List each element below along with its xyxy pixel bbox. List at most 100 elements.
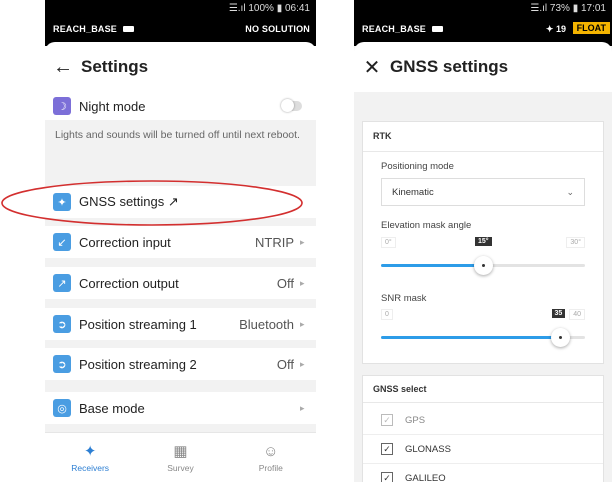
chevron-right-icon: ▸ <box>300 402 305 413</box>
slider-thumb[interactable] <box>550 328 570 347</box>
row-divider <box>363 463 603 464</box>
position-streaming-icon: ➲ <box>53 315 71 333</box>
settings-item-position-streaming-2[interactable]: ➲ Position streaming 2 Off ▸ <box>45 348 316 380</box>
settings-item-base-mode[interactable]: ◎ Base mode ▸ <box>45 392 316 424</box>
slider-fill <box>381 264 483 267</box>
night-mode-row[interactable]: ☽ Night mode <box>45 92 316 120</box>
chevron-right-icon: ▸ <box>300 236 305 247</box>
settings-item-label: Position streaming 1 <box>79 316 197 332</box>
settings-item-value: Bluetooth <box>239 316 294 332</box>
satellite-icon: ✦ <box>53 193 71 211</box>
chevron-right-icon: ▸ <box>300 277 305 288</box>
satellite-icon: ✦ <box>83 442 97 460</box>
settings-item-position-streaming-1[interactable]: ➲ Position streaming 1 Bluetooth ▸ <box>45 308 316 340</box>
positioning-mode-select[interactable]: Kinematic ⌄ <box>381 178 585 206</box>
status-bar: ☰.ıl 73% ▮ 17:01 REACH_BASE ✦ 19 FLOAT <box>354 0 612 46</box>
gnss-system-label: GLONASS <box>405 443 451 455</box>
slider-max-label: 30° <box>566 237 585 248</box>
satellite-count-value: 19 <box>555 24 566 34</box>
receiver-icon <box>123 26 135 32</box>
gnss-settings-content: RTK Positioning mode Kinematic ⌄ Elevati… <box>354 92 612 482</box>
system-status: ☰.ıl 100% ▮ 06:41 <box>228 3 310 14</box>
page-title: Settings <box>81 57 149 76</box>
tab-receivers[interactable]: ✦ Receivers <box>45 433 135 482</box>
gnss-system-galileo[interactable]: ✓ GALILEO <box>363 466 603 482</box>
settings-item-label: Base mode <box>79 400 145 416</box>
moon-icon: ☽ <box>53 97 71 115</box>
tab-label: Profile <box>258 462 283 473</box>
tab-label: Survey <box>167 462 194 473</box>
gps-checkbox[interactable]: ✓ <box>381 414 393 426</box>
slider-value-bubble: 35 <box>551 309 566 318</box>
settings-item-label: GNSS settings ↗ <box>79 194 179 209</box>
solution-status-badge: FLOAT <box>572 22 610 34</box>
settings-item-value: NTRIP <box>255 234 294 250</box>
settings-item-label: Correction input <box>79 234 171 250</box>
gnss-system-glonass[interactable]: ✓ GLONASS <box>363 437 603 461</box>
night-mode-toggle[interactable] <box>281 99 302 112</box>
galileo-checkbox[interactable]: ✓ <box>381 472 393 482</box>
settings-item-label: Correction output <box>79 275 179 291</box>
solution-status: NO SOLUTION <box>245 24 310 34</box>
receiver-icon <box>432 26 444 32</box>
gnss-select-title: GNSS select <box>373 384 427 394</box>
base-mode-icon: ◎ <box>53 399 71 417</box>
row-divider <box>363 434 603 435</box>
device-name[interactable]: REACH_BASE <box>53 24 135 34</box>
settings-item-value: Off <box>276 275 294 291</box>
positioning-mode-label: Positioning mode <box>381 161 454 172</box>
gnss-system-label: GALILEO <box>405 472 446 482</box>
page-title: GNSS settings <box>390 57 509 76</box>
glonass-checkbox[interactable]: ✓ <box>381 443 393 455</box>
settings-item-value: Off <box>276 356 294 372</box>
rtk-card-title: RTK <box>373 131 392 141</box>
status-bar: ☰.ıl 100% ▮ 06:41 REACH_BASE NO SOLUTION <box>45 0 316 46</box>
satellite-icon: ✦ <box>545 24 554 34</box>
system-status: ☰.ıl 73% ▮ 17:01 <box>530 3 606 14</box>
gnss-settings-screen: ☰.ıl 73% ▮ 17:01 REACH_BASE ✦ 19 FLOAT ✕… <box>354 0 612 482</box>
map-icon: ▦ <box>173 442 188 460</box>
tab-survey[interactable]: ▦ Survey <box>135 433 225 482</box>
elevation-mask-slider[interactable]: 0° 30° 15° <box>381 237 585 283</box>
snr-mask-label: SNR mask <box>381 293 427 304</box>
chevron-down-icon: ⌄ <box>566 186 574 197</box>
slider-min-label: 0 <box>381 309 393 320</box>
slider-min-label: 0° <box>381 237 396 248</box>
settings-item-label: Position streaming 2 <box>79 356 197 372</box>
gnss-system-label: GPS <box>405 414 426 426</box>
app-bar: ← Settings <box>45 42 316 92</box>
settings-item-correction-output[interactable]: ↗ Correction output Off ▸ <box>45 267 316 299</box>
positioning-mode-value: Kinematic <box>392 186 434 198</box>
settings-item-gnss[interactable]: ✦ GNSS settings ↗ <box>45 186 316 218</box>
correction-output-icon: ↗ <box>53 274 71 292</box>
correction-input-icon: ↙ <box>53 233 71 251</box>
settings-screen: ☰.ıl 100% ▮ 06:41 REACH_BASE NO SOLUTION… <box>45 0 316 482</box>
person-icon: ☺ <box>263 442 279 460</box>
chevron-right-icon: ▸ <box>300 318 305 329</box>
settings-list: ☽ Night mode Lights and sounds will be t… <box>45 92 316 432</box>
slider-value-bubble: 15° <box>475 237 492 246</box>
position-streaming-icon: ➲ <box>53 355 71 373</box>
bottom-navigation: ✦ Receivers ▦ Survey ☺ Profile <box>45 432 316 482</box>
slider-thumb[interactable] <box>474 256 493 275</box>
night-mode-note: Lights and sounds will be turned off unt… <box>45 120 316 168</box>
card-divider <box>363 151 603 152</box>
device-label: REACH_BASE <box>362 24 427 34</box>
settings-item-correction-input[interactable]: ↙ Correction input NTRIP ▸ <box>45 226 316 258</box>
slider-fill <box>381 336 560 339</box>
gnss-select-card: GNSS select ✓ GPS ✓ GLONASS ✓ GALILEO <box>362 375 604 482</box>
tab-profile[interactable]: ☺ Profile <box>226 433 316 482</box>
gnss-system-gps[interactable]: ✓ GPS <box>363 408 603 432</box>
satellite-count: ✦ 19 <box>546 24 566 35</box>
close-icon[interactable]: ✕ <box>354 55 390 80</box>
snr-mask-slider[interactable]: 0 40 35 <box>381 309 585 355</box>
tab-label: Receivers <box>71 462 110 473</box>
device-label: REACH_BASE <box>53 24 118 34</box>
slider-max-label: 40 <box>569 309 585 320</box>
elevation-mask-label: Elevation mask angle <box>381 220 472 231</box>
app-bar: ✕ GNSS settings <box>354 42 612 92</box>
chevron-right-icon: ▸ <box>300 358 305 369</box>
rtk-card: RTK Positioning mode Kinematic ⌄ Elevati… <box>362 121 604 364</box>
arrow-left-icon[interactable]: ← <box>45 56 81 79</box>
device-name[interactable]: REACH_BASE <box>362 24 444 34</box>
